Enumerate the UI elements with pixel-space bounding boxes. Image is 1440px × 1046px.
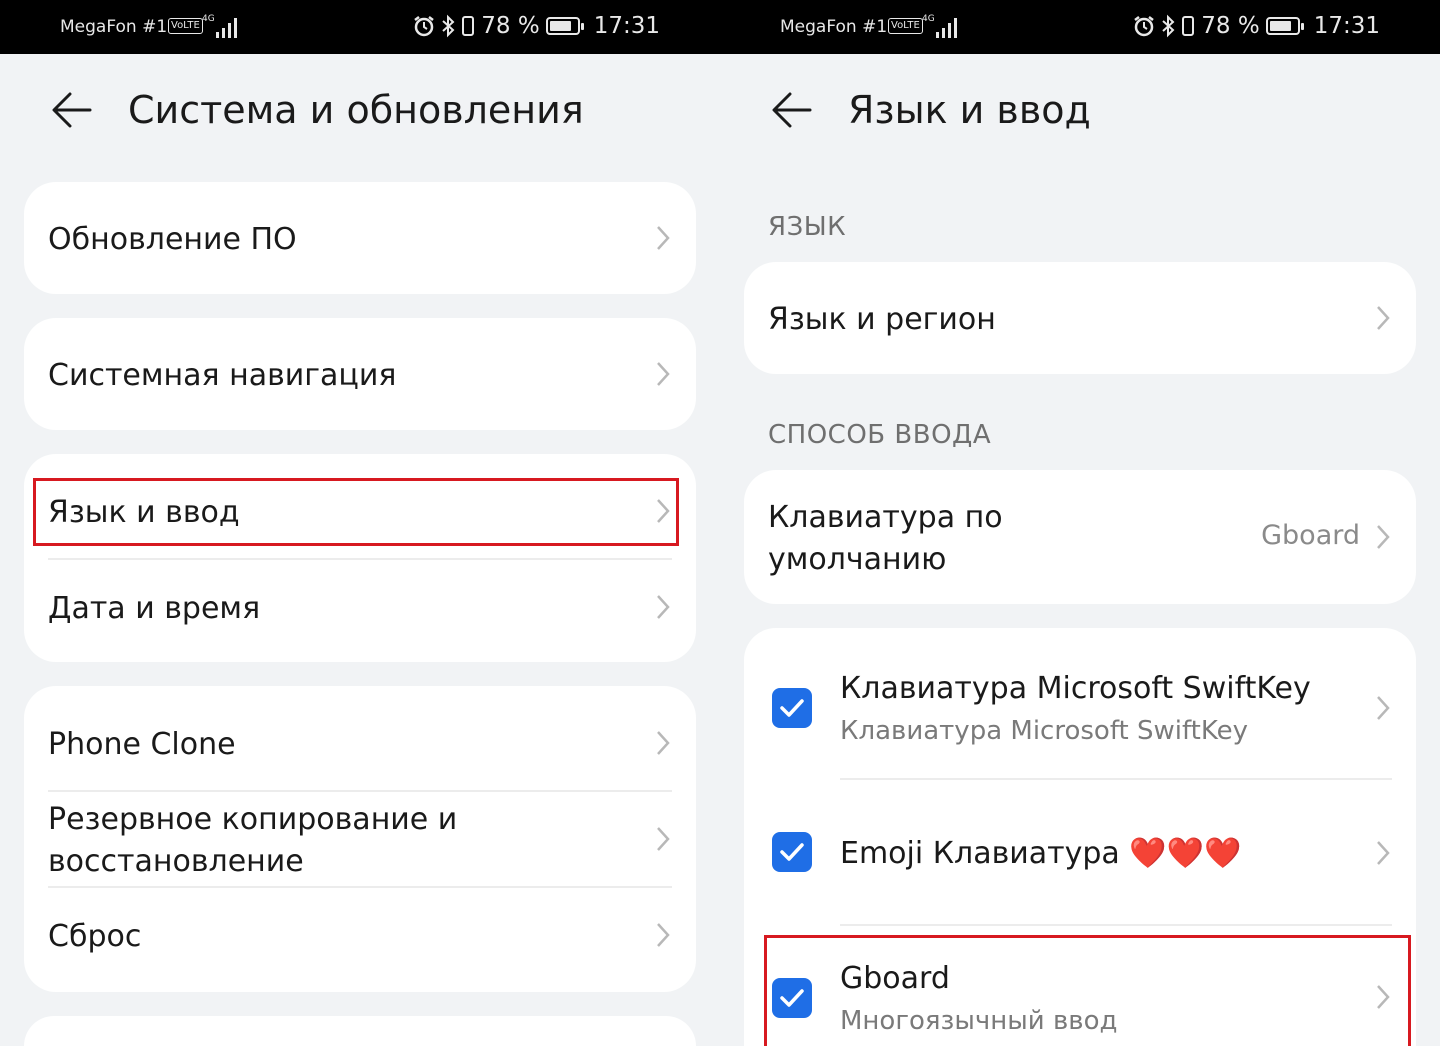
settings-card-backup: Phone Clone Резервное копирование и восс… — [24, 686, 696, 992]
signal-icon: 4G — [202, 14, 237, 38]
checkbox-swiftkey[interactable] — [772, 688, 812, 728]
volte-badge: VoLTE — [888, 18, 923, 34]
menu-item-label: Язык и регион — [768, 302, 996, 337]
network-type-label: 4G — [202, 14, 215, 24]
settings-card-navigation: Системная навигация — [24, 318, 696, 430]
default-keyboard-value: Gboard — [1261, 520, 1360, 551]
battery-icon — [1265, 17, 1304, 35]
keyboard-item-emoji[interactable]: Emoji Клавиатура ❤️❤️❤️ — [744, 780, 1416, 924]
carrier-label: MegaFon #1 — [780, 17, 888, 37]
menu-item-phone-clone[interactable]: Phone Clone — [24, 686, 696, 790]
top-app-bar: Система и обновления — [0, 54, 720, 174]
alarm-icon — [414, 16, 435, 37]
battery-icon — [545, 17, 584, 35]
check-icon — [780, 699, 804, 717]
chevron-right-icon — [657, 226, 670, 250]
battery-percent: 78 % — [1201, 13, 1260, 39]
menu-item-label: Сброс — [48, 919, 142, 954]
clock: 17:31 — [593, 13, 660, 39]
network-type-label: 4G — [922, 14, 935, 24]
menu-item-label: Клавиатура по умолчанию — [768, 500, 1003, 577]
highlight-box-gboard — [764, 935, 1411, 1046]
status-bar: MegaFon #1 VoLTE 4G 78 % 17:31 — [720, 0, 1440, 54]
carrier-label: MegaFon #1 — [60, 17, 168, 37]
vibrate-icon — [1182, 16, 1195, 36]
page-title: Язык и ввод — [848, 88, 1091, 132]
back-arrow-icon[interactable] — [50, 90, 94, 130]
section-header-input-method: СПОСОБ ВВОДА — [768, 420, 992, 450]
menu-item-date-time[interactable]: Дата и время — [24, 560, 696, 662]
menu-item-reset[interactable]: Сброс — [24, 888, 696, 988]
screen-language-input: MegaFon #1 VoLTE 4G 78 % 17:31 Язык и вв… — [720, 0, 1440, 1046]
section-header-language: ЯЗЫК — [768, 212, 847, 242]
keyboard-item-swiftkey[interactable]: Клавиатура Microsoft SwiftKey Клавиатура… — [744, 628, 1416, 778]
signal-icon: 4G — [922, 14, 957, 38]
chevron-right-icon — [657, 827, 670, 851]
back-arrow-icon[interactable] — [770, 90, 814, 130]
settings-card-default-keyboard: Клавиатура по умолчанию Gboard — [744, 470, 1416, 604]
vibrate-icon — [462, 16, 475, 36]
menu-item-language-region[interactable]: Язык и регион — [744, 262, 1416, 374]
checkbox-emoji[interactable] — [772, 832, 812, 872]
check-icon — [780, 843, 804, 861]
bluetooth-icon — [1162, 14, 1175, 38]
keyboard-name: Emoji Клавиатура ❤️❤️❤️ — [840, 836, 1242, 871]
chevron-right-icon — [657, 923, 670, 947]
keyboard-name: Клавиатура Microsoft SwiftKey — [840, 671, 1311, 706]
menu-item-label: Резервное копирование и восстановление — [48, 802, 458, 879]
settings-card-partial — [24, 1016, 696, 1046]
highlight-box-language-input — [33, 478, 679, 546]
menu-item-label: Phone Clone — [48, 727, 236, 762]
menu-item-label: Системная навигация — [48, 358, 397, 393]
keyboard-subtitle: Клавиатура Microsoft SwiftKey — [840, 716, 1249, 746]
status-right: 78 % 17:31 — [1133, 13, 1380, 39]
chevron-right-icon — [1377, 525, 1390, 549]
chevron-right-icon — [657, 595, 670, 619]
settings-card-language-region: Язык и регион — [744, 262, 1416, 374]
chevron-right-icon — [1377, 841, 1390, 865]
chevron-right-icon — [1377, 306, 1390, 330]
menu-item-software-update[interactable]: Обновление ПО — [24, 182, 696, 294]
status-right: 78 % 17:31 — [413, 13, 660, 39]
top-app-bar: Язык и ввод — [720, 54, 1440, 174]
menu-item-label: Обновление ПО — [48, 222, 297, 257]
alarm-icon — [1134, 16, 1155, 37]
screen-system-updates: MegaFon #1 VoLTE 4G 78 % 17:31 Система и… — [0, 0, 720, 1046]
chevron-right-icon — [1377, 696, 1390, 720]
status-bar: MegaFon #1 VoLTE 4G 78 % 17:31 — [0, 0, 720, 54]
menu-item-label: Дата и время — [48, 591, 261, 626]
clock: 17:31 — [1313, 13, 1380, 39]
chevron-right-icon — [657, 731, 670, 755]
menu-item-system-navigation[interactable]: Системная навигация — [24, 318, 696, 430]
chevron-right-icon — [657, 362, 670, 386]
settings-card-update: Обновление ПО — [24, 182, 696, 294]
page-title: Система и обновления — [128, 88, 584, 132]
menu-item-backup-restore[interactable]: Резервное копирование и восстановление — [24, 792, 696, 886]
volte-badge: VoLTE — [168, 18, 203, 34]
menu-item-default-keyboard[interactable]: Клавиатура по умолчанию Gboard — [744, 470, 1416, 604]
battery-percent: 78 % — [481, 13, 540, 39]
bluetooth-icon — [442, 14, 455, 38]
